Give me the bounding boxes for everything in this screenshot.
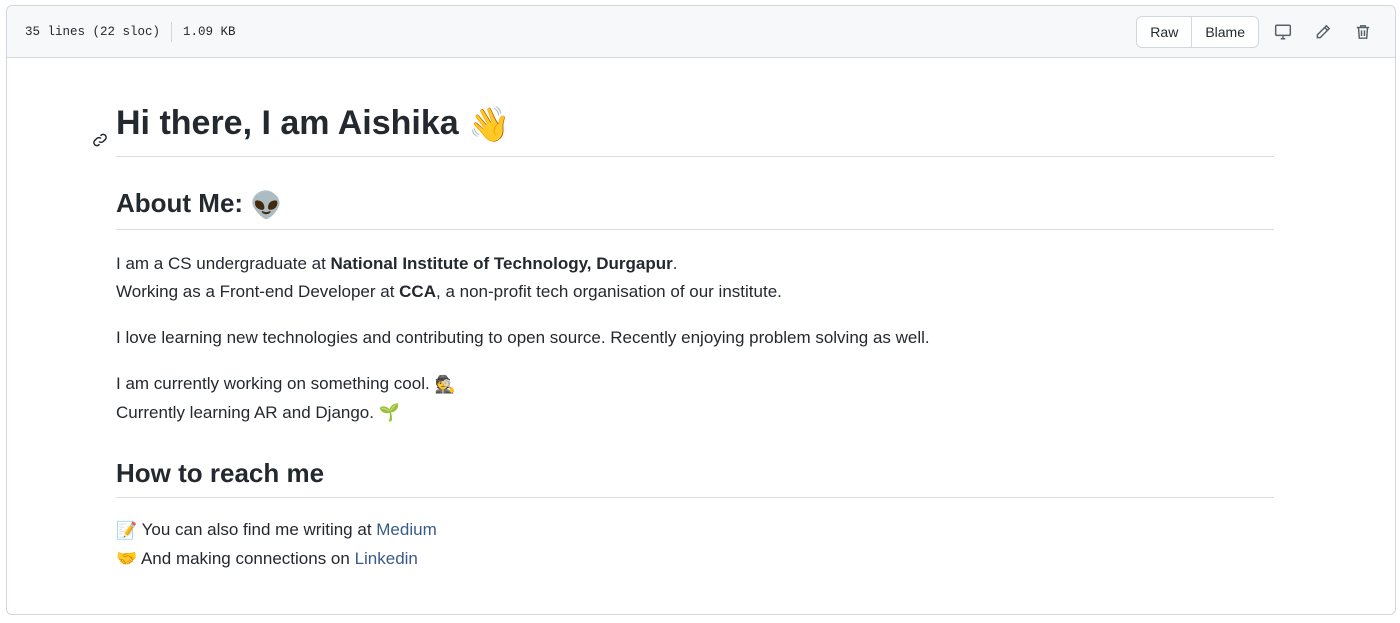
file-size: 1.09 KB bbox=[183, 24, 236, 39]
line-count: 35 lines (22 sloc) bbox=[25, 24, 161, 39]
text: Working as a Front-end Developer at bbox=[116, 282, 400, 302]
linkedin-link[interactable]: Linkedin bbox=[355, 549, 418, 568]
detective-emoji: 🕵 bbox=[434, 374, 456, 394]
title-text: Hi there, I am Aishika bbox=[116, 104, 459, 142]
file-header: 35 lines (22 sloc) 1.09 KB Raw Blame bbox=[7, 6, 1395, 58]
about-heading: About Me: 👽 bbox=[116, 185, 1274, 231]
link-icon[interactable] bbox=[92, 114, 108, 160]
text: You can also find me writing at bbox=[141, 520, 377, 540]
blame-button[interactable]: Blame bbox=[1191, 16, 1258, 47]
handshake-emoji: 🤝 bbox=[116, 549, 138, 569]
about-heading-text: About Me: bbox=[116, 188, 244, 219]
file-actions: Raw Blame bbox=[1136, 15, 1379, 48]
medium-link[interactable]: Medium bbox=[376, 520, 436, 539]
current-work-paragraph: I am currently working on something cool… bbox=[116, 370, 1274, 427]
reach-heading: How to reach me bbox=[116, 455, 1274, 499]
org-name: CCA bbox=[399, 282, 436, 302]
memo-emoji: 📝 bbox=[116, 520, 138, 540]
readme-content: Hi there, I am Aishika 👋 About Me: 👽 I a… bbox=[93, 100, 1274, 573]
text: . bbox=[672, 254, 678, 274]
text: , a non-profit tech organisation of our … bbox=[436, 282, 782, 302]
page-title: Hi there, I am Aishika 👋 bbox=[93, 100, 1274, 158]
divider bbox=[171, 21, 173, 42]
desktop-icon[interactable] bbox=[1267, 17, 1299, 47]
reach-paragraph: 📝 You can also find me writing at Medium… bbox=[116, 516, 1274, 573]
text: I am currently working on something cool… bbox=[116, 374, 430, 394]
pencil-icon[interactable] bbox=[1307, 17, 1339, 47]
raw-button[interactable]: Raw bbox=[1137, 16, 1192, 47]
waving-hand-emoji: 👋 bbox=[468, 106, 511, 145]
interests-paragraph: I love learning new technologies and con… bbox=[116, 328, 930, 348]
trash-icon[interactable] bbox=[1347, 17, 1379, 47]
alien-emoji: 👽 bbox=[250, 190, 283, 221]
text: I am a CS undergraduate at bbox=[116, 254, 331, 274]
seedling-emoji: 🌱 bbox=[378, 403, 400, 423]
text: Currently learning AR and Django. bbox=[116, 402, 374, 422]
about-paragraph: I am a CS undergraduate at National Inst… bbox=[116, 250, 1274, 306]
raw-blame-group: Raw Blame bbox=[1136, 15, 1259, 48]
file-info: 35 lines (22 sloc) 1.09 KB bbox=[25, 21, 236, 42]
text: And making connections on bbox=[140, 548, 355, 568]
institute-name: National Institute of Technology, Durgap… bbox=[330, 254, 673, 274]
